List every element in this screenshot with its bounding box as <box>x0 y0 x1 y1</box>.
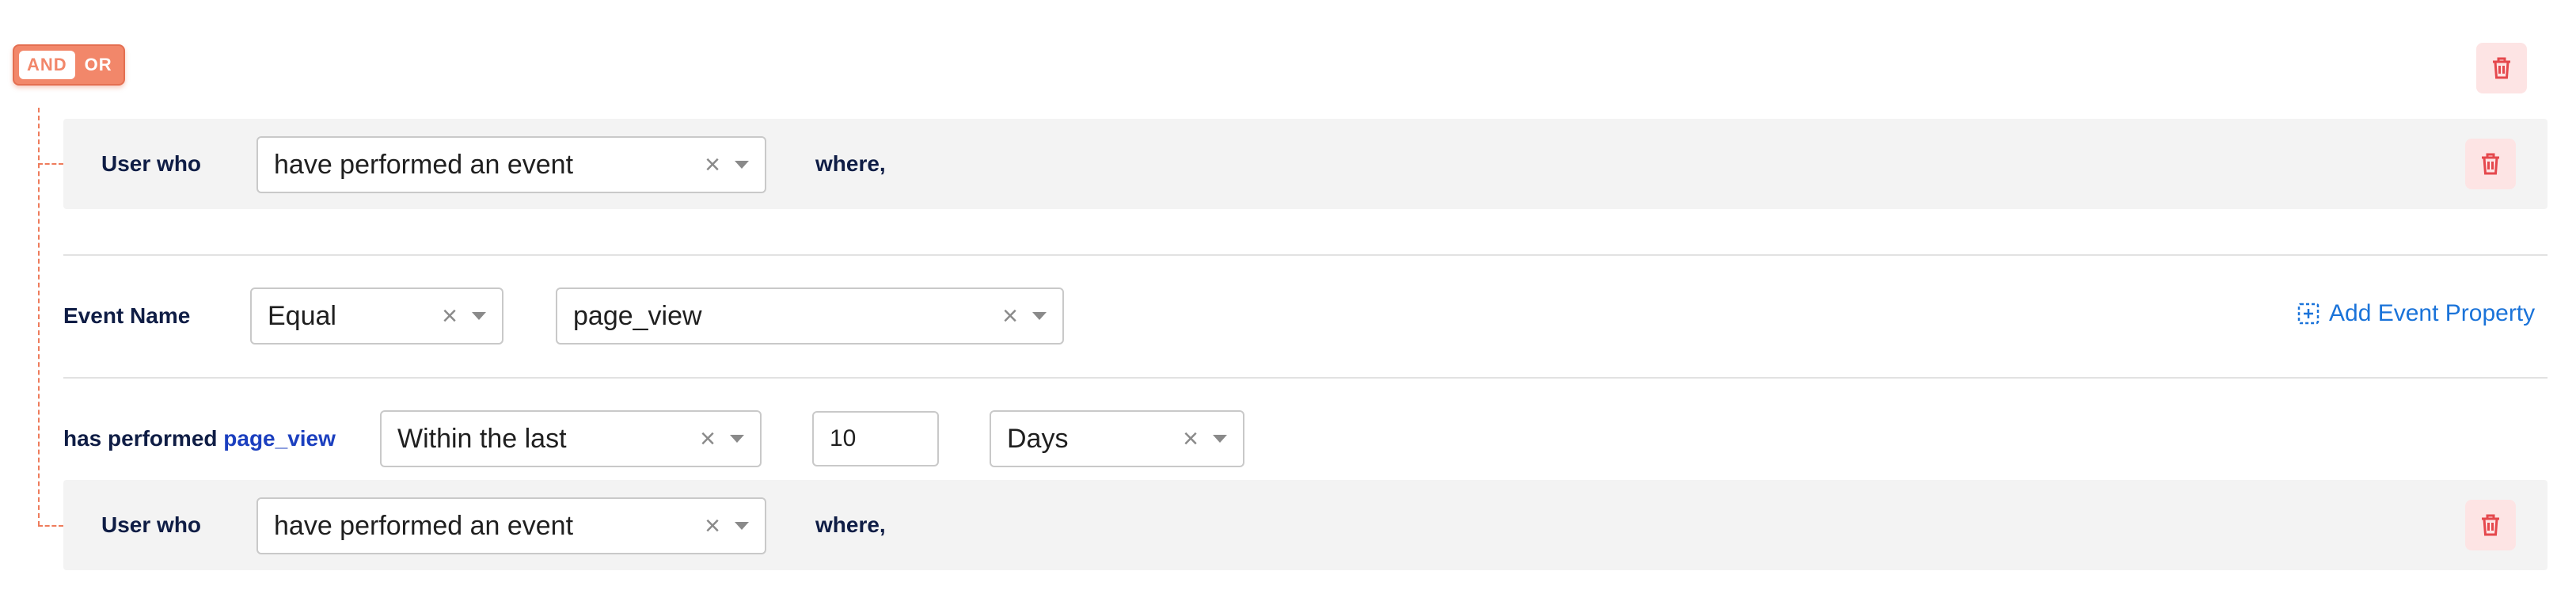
delete-condition-2-button[interactable] <box>2465 500 2516 550</box>
and-option[interactable]: AND <box>19 51 75 79</box>
close-icon[interactable]: × <box>700 425 716 452</box>
close-icon[interactable]: × <box>705 512 720 539</box>
time-operator-select[interactable]: Within the last × <box>380 410 762 467</box>
chevron-down-icon[interactable] <box>1032 312 1047 320</box>
close-icon[interactable]: × <box>1183 425 1199 452</box>
add-box-icon <box>2297 303 2320 325</box>
close-icon[interactable]: × <box>705 151 720 178</box>
select-value: Within the last <box>397 423 567 454</box>
event-name-label: Event Name <box>63 303 191 328</box>
trash-icon <box>2482 153 2499 175</box>
user-who-label: User who <box>101 151 202 176</box>
time-unit-select[interactable]: Days × <box>990 410 1244 467</box>
trash-icon <box>2493 57 2510 79</box>
condition-1-action-select[interactable]: have performed an event × <box>256 136 766 193</box>
chevron-down-icon[interactable] <box>472 312 486 320</box>
event-name-select[interactable]: page_view × <box>556 287 1064 345</box>
select-value: Days <box>1007 423 1069 454</box>
connector-branch-2 <box>38 525 63 527</box>
select-value: have performed an event <box>274 149 574 180</box>
has-performed-label: has performed page_view <box>63 428 336 450</box>
or-option[interactable]: OR <box>80 51 117 79</box>
select-value: Equal <box>268 300 336 331</box>
where-label: where, <box>815 151 886 176</box>
group-connector-line <box>38 108 40 526</box>
chevron-down-icon[interactable] <box>1213 435 1227 443</box>
condition-2-action-select[interactable]: have performed an event × <box>256 497 766 554</box>
add-event-property-label: Add Event Property <box>2329 300 2536 326</box>
trash-icon <box>2482 514 2499 536</box>
add-event-property-button[interactable]: Add Event Property <box>2297 300 2535 327</box>
has-performed-prefix: has performed <box>63 426 218 451</box>
delete-group-button[interactable] <box>2476 43 2527 93</box>
chevron-down-icon[interactable] <box>735 161 749 169</box>
close-icon[interactable]: × <box>442 303 458 329</box>
user-who-label: User who <box>101 512 202 537</box>
performed-event-name: page_view <box>223 426 336 451</box>
divider <box>63 377 2548 379</box>
close-icon[interactable]: × <box>1002 303 1018 329</box>
select-value: page_view <box>573 300 702 331</box>
select-value: have performed an event <box>274 510 574 541</box>
delete-condition-1-button[interactable] <box>2465 139 2516 189</box>
event-operator-select[interactable]: Equal × <box>250 287 503 345</box>
divider <box>63 254 2548 256</box>
time-amount-input[interactable] <box>812 411 939 466</box>
chevron-down-icon[interactable] <box>730 435 744 443</box>
and-or-toggle[interactable]: AND OR <box>13 44 125 86</box>
connector-branch-1 <box>38 163 63 165</box>
where-label: where, <box>815 512 886 537</box>
chevron-down-icon[interactable] <box>735 522 749 530</box>
